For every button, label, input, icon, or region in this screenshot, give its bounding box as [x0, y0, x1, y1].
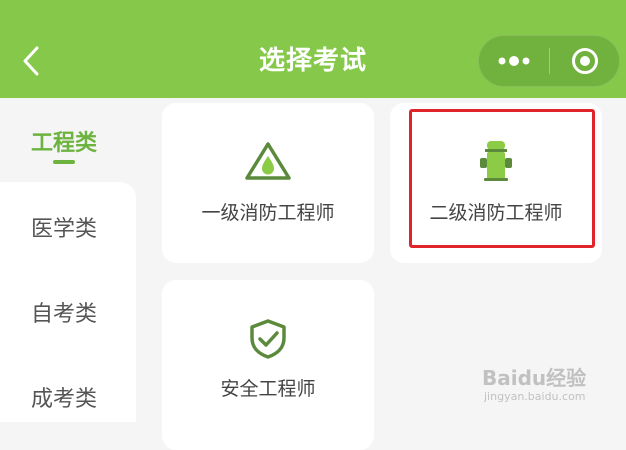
shield-check-icon [250, 319, 286, 359]
exam-card-label: 安全工程师 [220, 378, 316, 400]
exam-card-safety-engineer[interactable]: 安全工程师 [162, 280, 374, 450]
sidebar-item-medical[interactable]: 医学类 [0, 211, 128, 243]
watermark-main-text: Baidu经验 [482, 366, 587, 390]
navigation-bar: 选择考试 [0, 0, 626, 98]
exam-card-fire-engineer-level-2[interactable]: 二级消防工程师 [390, 103, 602, 263]
sidebar-item-adult-exam[interactable]: 成考类 [0, 381, 128, 413]
active-indicator [53, 160, 75, 164]
fire-hydrant-icon [480, 141, 512, 181]
exam-card-label: 二级消防工程师 [429, 202, 563, 224]
sidebar-item-engineering[interactable]: 工程类 [0, 125, 128, 157]
mini-program-capsule [478, 35, 620, 87]
more-dots-icon [498, 56, 530, 66]
more-button[interactable] [479, 36, 549, 86]
watermark-sub-text: jingyan.baidu.com [484, 390, 586, 403]
exam-card-label: 一级消防工程师 [201, 202, 335, 224]
flame-triangle-icon [245, 142, 291, 180]
exam-card-fire-engineer-level-1[interactable]: 一级消防工程师 [162, 103, 374, 263]
baidu-jingyan-watermark: Baidu经验 jingyan.baidu.com [478, 352, 598, 410]
close-mini-program-button[interactable] [550, 36, 620, 86]
target-circle-icon [572, 48, 598, 74]
sidebar-item-self-study[interactable]: 自考类 [0, 296, 128, 328]
